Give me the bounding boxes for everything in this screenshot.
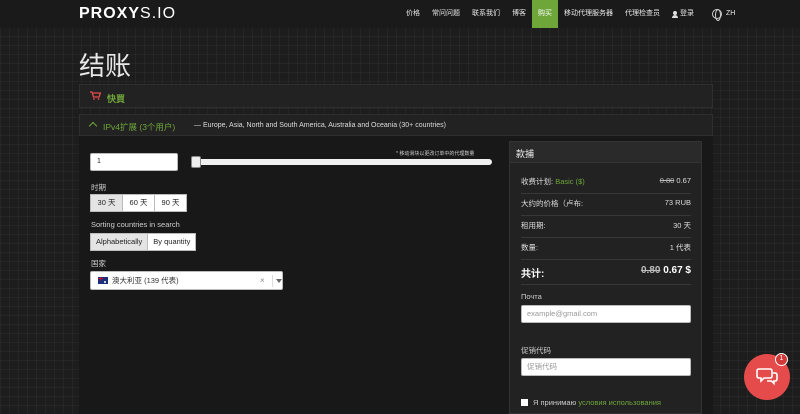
nav-item-blog[interactable]: 博客 xyxy=(506,0,532,28)
summary-divider xyxy=(521,259,691,260)
quantity-slider-handle[interactable] xyxy=(191,156,201,168)
quick-buy-bar: 快買 xyxy=(79,84,713,108)
plan-value: Basic ($) xyxy=(555,177,585,186)
chat-icon xyxy=(756,368,778,386)
language-label: ZH xyxy=(726,10,736,17)
email-label: Почта xyxy=(521,292,542,301)
plan-label: 收费计划: Basic ($) xyxy=(521,177,585,186)
sort-alphabetically-button[interactable]: Alphabetically xyxy=(90,233,149,251)
terms-link[interactable]: условия использования xyxy=(578,398,661,407)
page-title: 结账 xyxy=(79,52,132,82)
nav-item-buy[interactable]: 购买 xyxy=(532,0,558,28)
summary-divider xyxy=(521,237,691,238)
user-icon xyxy=(672,10,678,18)
total-label: 共计: xyxy=(521,269,545,280)
select-divider xyxy=(272,275,273,287)
period-30-button[interactable]: 30 天 xyxy=(90,194,123,212)
nav-item-proxy-checker[interactable]: 代理检查员 xyxy=(619,0,666,28)
nav-item-pricing[interactable]: 价格 xyxy=(400,0,426,28)
nav-menu: 价格 常问问题 联系我们 博客 购买 移动代理服务器 代理检查员 登录 ZH xyxy=(400,0,741,28)
product-name: IPv4扩展 (3个用户) xyxy=(103,122,176,132)
quick-buy-label: 快買 xyxy=(107,94,126,104)
rent-label: 租用期: xyxy=(521,221,546,230)
promo-label: 促销代码 xyxy=(521,346,551,355)
product-description: — Europe, Asia, North and South America,… xyxy=(194,122,446,129)
login-link[interactable]: 登录 xyxy=(666,0,700,28)
terms-text: Я принимаю xyxy=(533,398,577,407)
quantity-input[interactable]: 1 xyxy=(90,153,178,171)
summary-title: 款捕 xyxy=(516,149,535,159)
summary-rent-row: 租用期: 30 天 xyxy=(521,220,691,232)
summary-total-row: 共计: 0.80 0.67 $ xyxy=(521,265,691,280)
approx-value: 73 RUB xyxy=(664,198,691,207)
nav-item-faq[interactable]: 常问问题 xyxy=(426,0,466,28)
nav-item-contact[interactable]: 联系我们 xyxy=(466,0,506,28)
terms-checkbox-row[interactable]: Я принимаю условия использования xyxy=(521,398,661,407)
sorting-selector: Alphabetically By quantity xyxy=(90,233,197,251)
qty-value: 1 代表 xyxy=(669,243,691,252)
chat-badge: 1 xyxy=(775,353,788,366)
period-60-button[interactable]: 60 天 xyxy=(122,194,155,212)
summary-header: 款捕 xyxy=(510,142,701,163)
globe-icon xyxy=(712,9,722,21)
product-header[interactable]: IPv4扩展 (3个用户) — Europe, Asia, North and … xyxy=(79,114,713,136)
australia-flag-icon xyxy=(98,277,108,284)
quantity-slider-track[interactable] xyxy=(191,159,492,165)
summary-divider xyxy=(521,215,691,216)
chevron-up-icon xyxy=(88,121,98,131)
summary-approx-row: 大约的价格（卢布: 73 RUB xyxy=(521,198,691,210)
language-switch[interactable]: ZH xyxy=(706,0,741,28)
total-value: 0.80 0.67 $ xyxy=(640,265,691,276)
login-label: 登录 xyxy=(680,10,694,17)
slider-note: * 移动滑块以更改订单中的代理数量 xyxy=(396,151,475,157)
order-summary: 款捕 收费计划: Basic ($) 0.80 0.67 大约的价格（卢布: 7… xyxy=(509,141,702,414)
logo[interactable]: PROXYS.IO xyxy=(79,5,176,23)
period-label: 时期 xyxy=(91,183,106,192)
period-90-button[interactable]: 90 天 xyxy=(154,194,187,212)
email-field[interactable]: example@gmail.com xyxy=(521,305,691,323)
chevron-down-icon[interactable] xyxy=(276,279,282,283)
summary-plan-row: 收费计划: Basic ($) 0.80 0.67 xyxy=(521,176,691,188)
cart-icon xyxy=(90,91,101,100)
rent-value: 30 天 xyxy=(673,221,691,230)
summary-qty-row: 数量: 1 代表 xyxy=(521,242,691,254)
plan-price: 0.80 0.67 xyxy=(659,176,691,185)
nav-item-mobile-proxy[interactable]: 移动代理服务器 xyxy=(558,0,619,28)
terms-checkbox[interactable] xyxy=(521,399,528,406)
period-selector: 30 天 60 天 90 天 xyxy=(90,194,187,212)
summary-divider xyxy=(521,284,691,285)
sort-by-quantity-button[interactable]: By quantity xyxy=(147,233,197,251)
country-value: 澳大利亚 (139 代表) xyxy=(112,276,179,285)
country-select[interactable]: 澳大利亚 (139 代表) × xyxy=(90,271,283,290)
qty-label: 数量: xyxy=(521,243,539,252)
country-label: 国家 xyxy=(91,259,106,268)
approx-label: 大约的价格（卢布: xyxy=(521,199,584,208)
clear-icon[interactable]: × xyxy=(260,272,265,289)
sorting-label: Sorting countries in search xyxy=(91,220,180,229)
promo-code-field[interactable]: 促销代码 xyxy=(521,358,691,376)
top-nav: PROXYS.IO 价格 常问问题 联系我们 博客 购买 移动代理服务器 代理检… xyxy=(0,0,800,28)
summary-divider xyxy=(521,193,691,194)
